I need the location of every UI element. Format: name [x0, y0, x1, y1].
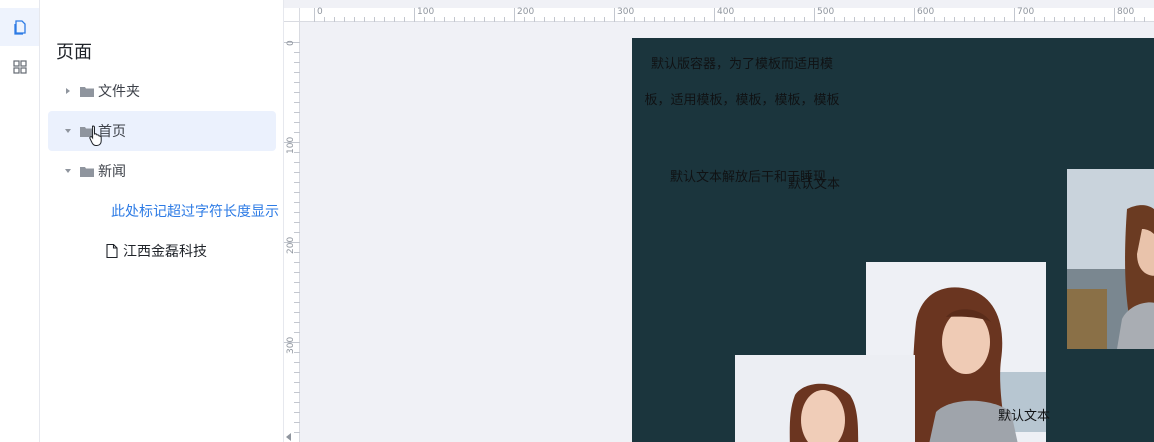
ruler-label: 300 [286, 336, 296, 354]
tree-item-label: 新闻 [98, 163, 126, 179]
ruler-label: 0 [286, 40, 296, 46]
ruler-label: 0 [317, 7, 323, 17]
components-tab[interactable] [0, 48, 39, 86]
default-text-b[interactable]: 默认文本 [788, 173, 840, 192]
hand-cursor-icon [89, 125, 102, 146]
scroll-left-icon[interactable] [284, 432, 294, 442]
page-icon [13, 20, 26, 35]
ruler-label: 300 [617, 7, 635, 17]
folder-icon [80, 166, 94, 177]
tree-item-news[interactable]: 新闻 [48, 151, 276, 191]
panel-title: 页面 [56, 42, 92, 62]
ruler-label: 400 [717, 7, 735, 17]
ruler-corner [284, 8, 300, 22]
tree-item-label: 江西金磊科技 [123, 243, 207, 259]
ruler-label: 600 [917, 7, 935, 17]
icon-rail [0, 0, 40, 442]
tree-item-label: 文件夹 [98, 83, 140, 99]
ruler-label: 100 [286, 136, 296, 154]
ruler-label: 800 [1117, 7, 1135, 17]
ruler-label: 200 [286, 236, 296, 254]
container-text[interactable]: 默认版容器，为了模板而适用模板，适用模板，模板，模板，模板 [642, 46, 842, 118]
ruler-label: 500 [817, 7, 835, 17]
pages-tab[interactable] [0, 8, 39, 46]
file-icon [106, 244, 118, 258]
ruler-label: 700 [1017, 7, 1035, 17]
tree-item-folder[interactable]: 文件夹 [48, 71, 276, 111]
caret-down-icon[interactable] [62, 165, 74, 177]
tree-item-page-company[interactable]: 江西金磊科技 [48, 231, 276, 271]
tree-item-home[interactable]: 首页 [48, 111, 276, 151]
pages-panel: 页面 文件夹 首页 新闻 此处标记超过字符长度显示 江西金磊科技 [40, 0, 284, 442]
folder-icon [80, 86, 94, 97]
layout-container[interactable]: 默认版容器，为了模板而适用模板，适用模板，模板，模板，模板 默认文本解放后干和于… [632, 38, 1154, 442]
ruler-label: 200 [517, 7, 535, 17]
grid-icon [12, 60, 27, 74]
caret-right-icon[interactable] [62, 85, 74, 97]
tree-item-page-long[interactable]: 此处标记超过字符长度显示 [48, 191, 279, 231]
ruler-label: 100 [417, 7, 435, 17]
tree-item-label: 此处标记超过字符长度显示 [111, 203, 279, 219]
vertical-ruler: 0 100 200 300 [284, 22, 300, 442]
caret-down-icon[interactable] [62, 125, 74, 137]
default-text-c[interactable]: 默认文本 [998, 405, 1050, 424]
design-canvas[interactable]: 0 100 200 300 400 500 600 700 800 0 100 … [284, 0, 1154, 442]
image-photo-bottom[interactable] [735, 355, 915, 442]
horizontal-ruler: 0 100 200 300 400 500 600 700 800 [284, 7, 1154, 22]
image-photo-right[interactable] [1067, 169, 1154, 349]
